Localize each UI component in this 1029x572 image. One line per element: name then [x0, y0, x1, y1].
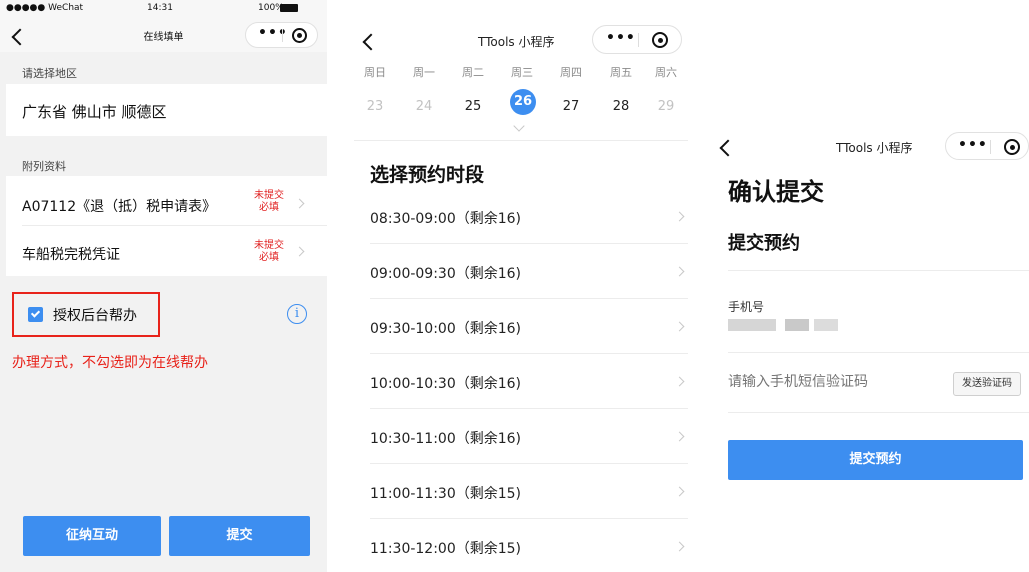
time-slot[interactable]: 08:30-09:00（剩余16)	[370, 189, 688, 244]
chevron-right-icon	[674, 541, 685, 552]
status-badge: 未提交 必填	[254, 240, 284, 263]
submit-button[interactable]: 提交	[169, 516, 310, 556]
page-title: 确认提交	[728, 178, 824, 206]
authorize-label[interactable]: 授权后台帮办	[53, 305, 137, 325]
section-title: 选择预约时段	[370, 164, 485, 186]
time-slot-label: 08:30-09:00（剩余16)	[370, 211, 522, 227]
time-slot[interactable]: 10:30-11:00（剩余16)	[370, 409, 688, 464]
attachments-section-label: 附列资料	[22, 160, 66, 173]
time-slot[interactable]: 11:00-11:30（剩余15)	[370, 464, 688, 519]
authorize-checkbox-highlight[interactable]: 授权后台帮办	[12, 292, 160, 337]
weekday-label: 周六	[655, 66, 677, 79]
clock: 14:31	[147, 3, 173, 13]
submit-booking-button[interactable]: 提交预约	[728, 440, 1023, 480]
chevron-right-icon	[674, 486, 685, 497]
weekday-label: 周日	[364, 66, 386, 79]
close-icon[interactable]	[292, 28, 307, 43]
date-cell-selected[interactable]: 26	[510, 89, 536, 115]
mini-program-capsule: •••	[945, 132, 1029, 160]
annotation-note: 办理方式，不勾选即为在线帮办	[12, 355, 208, 371]
more-icon[interactable]: •••	[606, 30, 636, 46]
send-code-button[interactable]: 发送验证码	[953, 372, 1021, 396]
info-icon[interactable]: i	[287, 304, 307, 324]
weekday-label: 周三	[511, 66, 533, 79]
status-badge: 未提交 必填	[254, 190, 284, 213]
weekday-label: 周一	[413, 66, 435, 79]
region-section-label: 请选择地区	[22, 67, 77, 80]
expand-calendar-icon[interactable]	[513, 120, 525, 132]
interact-button[interactable]: 征纳互动	[23, 516, 161, 556]
attachment-name: 车船税完税凭证	[22, 247, 120, 263]
carrier-label: ●●●●● WeChat	[6, 3, 84, 13]
date-cell[interactable]: 25	[458, 94, 488, 120]
back-icon[interactable]	[362, 33, 380, 51]
time-slot-label: 09:30-10:00（剩余16)	[370, 321, 522, 337]
chevron-right-icon	[674, 266, 685, 277]
battery-icon	[280, 4, 298, 12]
phone-label: 手机号	[728, 300, 765, 314]
nav-bar: 在线填单 •••	[0, 18, 327, 52]
more-icon[interactable]: •••	[958, 137, 988, 153]
chevron-right-icon	[674, 376, 685, 387]
region-value[interactable]: 广东省 佛山市 顺德区	[22, 101, 167, 122]
date-cell[interactable]: 27	[556, 94, 586, 120]
time-slot-label: 10:30-11:00（剩余16)	[370, 431, 522, 447]
date-cell: 29	[657, 99, 675, 114]
sms-code-input[interactable]	[728, 374, 928, 390]
weekday-label: 周四	[560, 66, 582, 79]
mini-program-capsule: •••	[245, 22, 318, 48]
chevron-right-icon	[674, 431, 685, 442]
confirm-submit-screen: TTools 小程序 ••• 确认提交 提交预约 手机号 发送验证码 提交预约	[710, 126, 1029, 572]
app-title: TTools 小程序	[478, 35, 555, 49]
time-slot[interactable]: 10:00-10:30（剩余16)	[370, 354, 688, 409]
time-slot[interactable]: 11:30-12:00（剩余15)	[370, 519, 688, 572]
time-slot-label: 11:30-12:00（剩余15)	[370, 541, 522, 557]
section-title: 提交预约	[728, 233, 800, 254]
close-icon[interactable]	[652, 32, 668, 48]
more-icon[interactable]: •••	[258, 25, 288, 41]
time-slot[interactable]: 09:00-09:30（剩余16)	[370, 244, 688, 299]
chevron-right-icon	[674, 211, 685, 222]
status-bar: ●●●●● WeChat 14:31 100%	[0, 0, 327, 18]
mini-program-capsule: •••	[592, 25, 682, 54]
time-slot-label: 09:00-09:30（剩余16)	[370, 266, 522, 282]
chevron-right-icon	[674, 321, 685, 332]
back-icon[interactable]	[719, 139, 737, 157]
date-cell: 23	[366, 99, 384, 114]
time-slot-label: 11:00-11:30（剩余15)	[370, 486, 522, 502]
app-title: TTools 小程序	[836, 141, 913, 155]
weekday-label: 周二	[462, 66, 484, 79]
checkbox-checked-icon[interactable]	[28, 307, 43, 322]
attachment-name: A07112《退（抵）税申请表》	[22, 199, 217, 215]
time-slot-label: 10:00-10:30（剩余16)	[370, 376, 522, 392]
date-cell[interactable]: 28	[606, 94, 636, 120]
weekday-label: 周五	[610, 66, 632, 79]
fill-form-screen: ●●●●● WeChat 14:31 100% 在线填单 ••• 请选择地区 广…	[0, 0, 327, 572]
close-icon[interactable]	[1004, 139, 1020, 155]
time-slot[interactable]: 09:30-10:00（剩余16)	[370, 299, 688, 354]
booking-time-screen: TTools 小程序 ••• 周日 周一 周二 周三 周四 周五 周六 23 2…	[354, 0, 688, 572]
date-cell: 24	[415, 99, 433, 114]
